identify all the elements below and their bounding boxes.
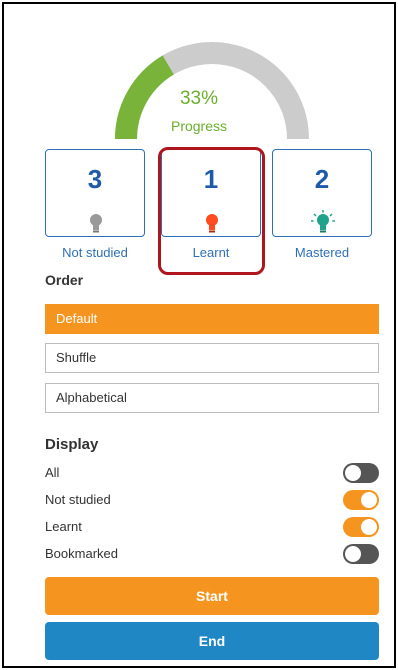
order-option-alphabetical[interactable]: Alphabetical xyxy=(45,383,379,413)
stat-card-not-studied[interactable]: 3 xyxy=(45,149,145,237)
stat-label-mastered: Mastered xyxy=(294,245,350,260)
display-toggle-all[interactable] xyxy=(343,463,379,483)
progress-percent: 33% xyxy=(179,88,219,109)
order-option-default[interactable]: Default xyxy=(45,304,379,334)
end-button[interactable]: End xyxy=(45,622,379,660)
order-option-shuffle[interactable]: Shuffle xyxy=(45,343,379,373)
display-toggle-bookmarked[interactable] xyxy=(343,544,379,564)
toggle-knob xyxy=(361,519,377,535)
progress-label: Progress xyxy=(170,118,228,134)
start-button[interactable]: Start xyxy=(45,577,379,615)
toggle-knob xyxy=(345,465,361,481)
display-row-learnt: Learnt xyxy=(45,516,379,538)
display-label-learnt: Learnt xyxy=(45,519,82,534)
display-section-title: Display xyxy=(45,436,99,453)
toggle-knob xyxy=(361,492,377,508)
lightbulb-icon xyxy=(90,214,102,233)
stat-label-not-studied: Not studied xyxy=(62,245,128,260)
stat-count-not-studied: 3 xyxy=(87,164,103,194)
stat-card-mastered[interactable]: 2 xyxy=(272,149,372,237)
display-label-all: All xyxy=(45,465,60,480)
display-label-bookmarked: Bookmarked xyxy=(45,546,118,561)
app-frame: 33% Progress 3 Not studied 1 Learnt 2 Ma… xyxy=(2,2,396,668)
display-toggle-learnt[interactable] xyxy=(343,517,379,537)
display-row-all: All xyxy=(45,462,379,484)
display-toggle-not-studied[interactable] xyxy=(343,490,379,510)
lightbulb-glow-icon xyxy=(311,210,335,233)
learnt-highlight-ring xyxy=(158,147,265,275)
display-row-bookmarked: Bookmarked xyxy=(45,543,379,565)
order-section-title: Order xyxy=(45,272,84,288)
display-row-not-studied: Not studied xyxy=(45,489,379,511)
toggle-knob xyxy=(345,546,361,562)
display-label-not-studied: Not studied xyxy=(45,492,111,507)
stat-count-mastered: 2 xyxy=(314,164,330,194)
